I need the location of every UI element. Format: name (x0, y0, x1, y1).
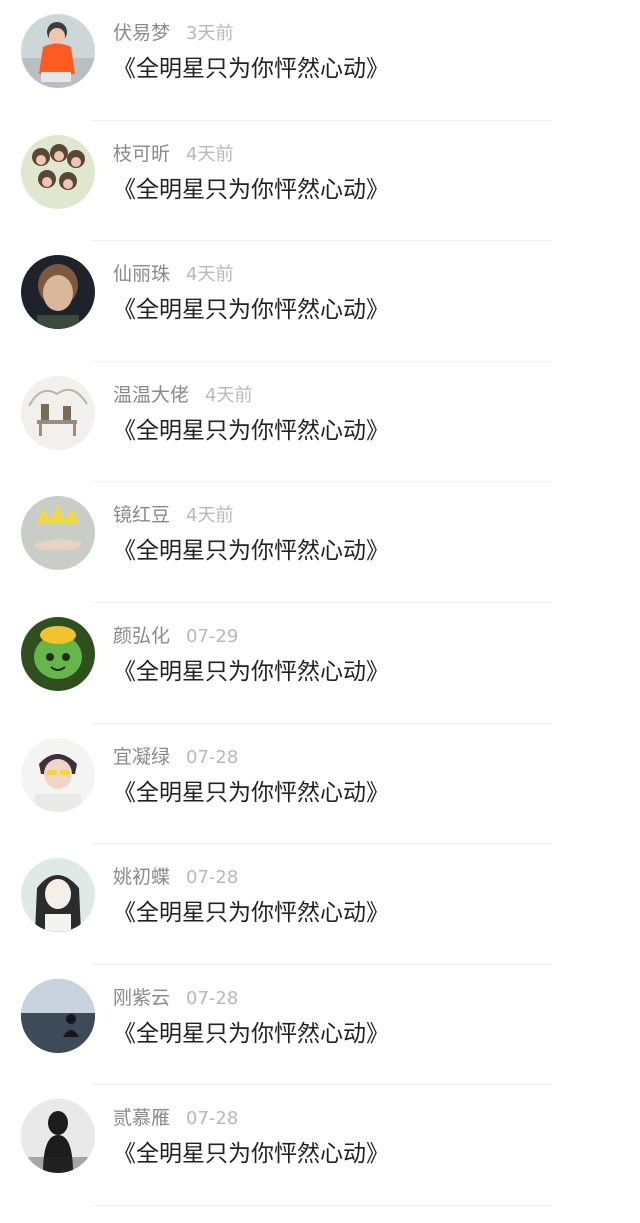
user-name[interactable]: 镜红豆 (113, 504, 170, 526)
avatar-icon (21, 255, 95, 330)
comment-text[interactable]: 《全明星只为你怦然心动》 (113, 896, 389, 930)
comment-text[interactable]: 《全明星只为你怦然心动》 (113, 534, 389, 568)
list-item[interactable]: 温温大佬 4天前 《全明星只为你怦然心动》 (0, 362, 640, 483)
list-item[interactable]: 姚初蝶 07-28 《全明星只为你怦然心动》 (0, 844, 640, 965)
avatar[interactable] (21, 375, 95, 450)
user-name[interactable]: 贰慕雁 (113, 1107, 170, 1129)
avatar-icon (21, 858, 95, 933)
avatar[interactable] (21, 496, 95, 571)
avatar[interactable] (21, 978, 95, 1053)
comment-text[interactable]: 《全明星只为你怦然心动》 (113, 1137, 389, 1171)
list-item[interactable]: 镜红豆 4天前 《全明星只为你怦然心动》 (0, 482, 640, 603)
list-item[interactable]: 颜弘化 07-29 《全明星只为你怦然心动》 (0, 603, 640, 724)
timestamp: 4天前 (205, 384, 253, 406)
avatar-icon (21, 134, 95, 209)
list-item[interactable]: 伏易梦 3天前 《全明星只为你怦然心动》 (0, 0, 640, 121)
avatar[interactable] (21, 255, 95, 330)
list-item[interactable]: 贰慕雁 07-28 《全明星只为你怦然心动》 (0, 1085, 640, 1206)
avatar[interactable] (21, 616, 95, 691)
comment-text[interactable]: 《全明星只为你怦然心动》 (113, 173, 389, 207)
timestamp: 4天前 (186, 505, 234, 527)
list-item[interactable]: 仙丽珠 4天前 《全明星只为你怦然心动》 (0, 241, 640, 362)
avatar[interactable] (21, 134, 95, 209)
list-item[interactable]: 枝可昕 4天前 《全明星只为你怦然心动》 (0, 121, 640, 242)
user-name[interactable]: 刚紫云 (113, 987, 170, 1009)
avatar[interactable] (21, 14, 95, 88)
comment-text[interactable]: 《全明星只为你怦然心动》 (113, 655, 389, 689)
user-name[interactable]: 伏易梦 (113, 22, 170, 44)
comment-text[interactable]: 《全明星只为你怦然心动》 (113, 1017, 389, 1051)
timestamp: 07-28 (186, 987, 239, 1009)
avatar-icon (21, 496, 95, 571)
divider (92, 1204, 552, 1206)
avatar-icon (21, 14, 95, 88)
comment-list: 伏易梦 3天前 《全明星只为你怦然心动》 枝可昕 4天前 《全明星只为你怦然心动… (0, 0, 640, 1206)
comment-text[interactable]: 《全明星只为你怦然心动》 (113, 776, 389, 810)
avatar[interactable] (21, 737, 95, 812)
avatar-icon (21, 737, 95, 812)
avatar-icon (21, 616, 95, 691)
user-name[interactable]: 姚初蝶 (113, 866, 170, 888)
avatar-icon (21, 1099, 95, 1174)
timestamp: 07-28 (186, 867, 239, 889)
timestamp: 07-28 (186, 746, 239, 768)
user-name[interactable]: 温温大佬 (113, 384, 189, 406)
avatar-icon (21, 375, 95, 450)
timestamp: 3天前 (186, 23, 234, 44)
timestamp: 4天前 (186, 143, 234, 165)
timestamp: 4天前 (186, 264, 234, 286)
comment-text[interactable]: 《全明星只为你怦然心动》 (113, 293, 389, 327)
list-item[interactable]: 宜凝绿 07-28 《全明星只为你怦然心动》 (0, 724, 640, 845)
user-name[interactable]: 枝可昕 (113, 143, 170, 165)
list-item[interactable]: 刚紫云 07-28 《全明星只为你怦然心动》 (0, 965, 640, 1086)
avatar[interactable] (21, 1099, 95, 1174)
comment-text[interactable]: 《全明星只为你怦然心动》 (113, 52, 389, 86)
timestamp: 07-29 (186, 625, 239, 647)
user-name[interactable]: 仙丽珠 (113, 263, 170, 285)
comment-text[interactable]: 《全明星只为你怦然心动》 (113, 414, 389, 448)
timestamp: 07-28 (186, 1108, 239, 1130)
user-name[interactable]: 宜凝绿 (113, 746, 170, 768)
user-name[interactable]: 颜弘化 (113, 625, 170, 647)
avatar-icon (21, 978, 95, 1053)
avatar[interactable] (21, 858, 95, 933)
